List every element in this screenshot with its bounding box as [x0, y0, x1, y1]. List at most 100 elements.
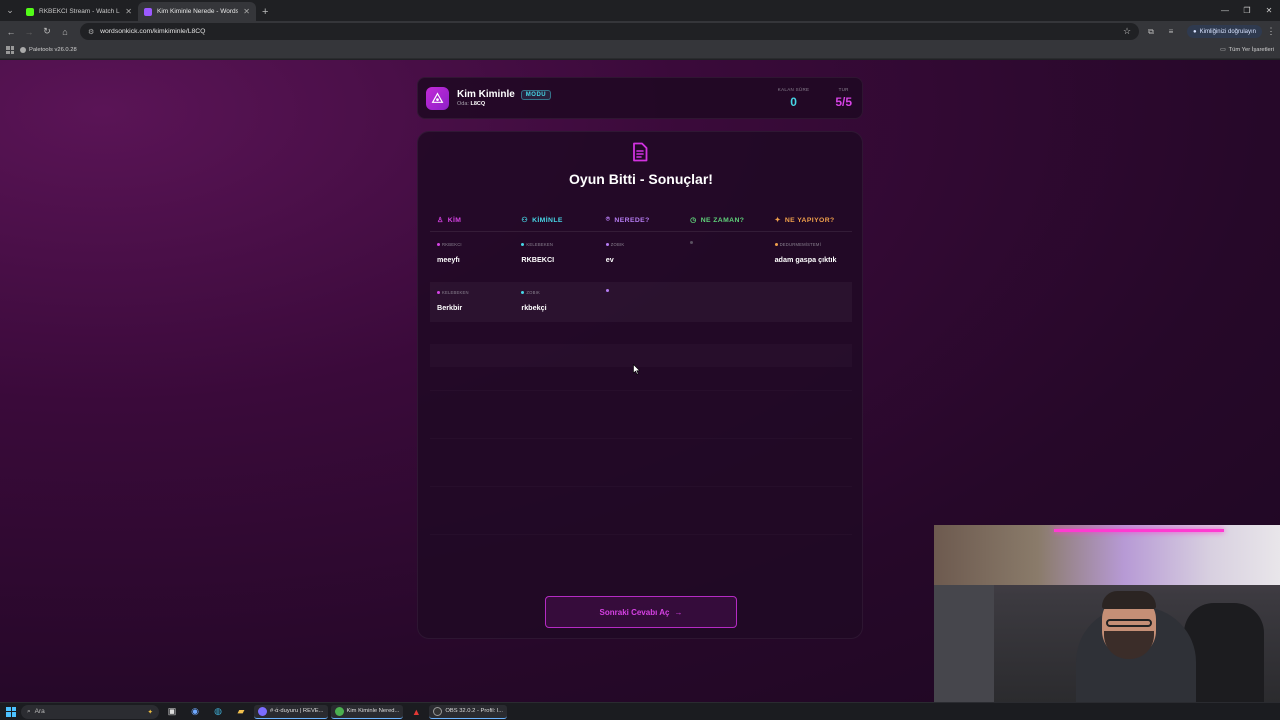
- cell-kim: RKBEKCI meeyfı: [430, 234, 514, 280]
- cell-author: RKBEKCI: [442, 242, 462, 247]
- media-icon[interactable]: ≡: [1163, 25, 1179, 39]
- column-label: NE ZAMAN?: [700, 216, 745, 224]
- file-explorer-icon[interactable]: ▰: [231, 705, 251, 719]
- person-icon: ♙: [437, 217, 444, 224]
- document-icon: [631, 142, 649, 162]
- tab-kim-kiminle[interactable]: Kim Kiminle Nerede - Words O ✕: [138, 2, 256, 21]
- close-window-button[interactable]: ✕: [1258, 0, 1280, 21]
- game-stats: KALAN SÜRE 0 TUR 5/5: [778, 87, 852, 109]
- tab-search-button[interactable]: ⌄: [0, 0, 20, 21]
- minimize-button[interactable]: —: [1214, 0, 1236, 21]
- profile-label: Kimliğinizi doğrulayın: [1199, 28, 1256, 35]
- column-label: KİMİNLE: [532, 216, 563, 224]
- taskbar-app-chrome[interactable]: Kim Kiminle Nered...: [330, 704, 404, 719]
- taskbar-search-input[interactable]: ⌕ Ara ✦: [21, 704, 159, 719]
- all-bookmarks-button[interactable]: ▭ Tüm Yer İşaretleri: [1220, 47, 1274, 53]
- reload-button[interactable]: ↻: [40, 25, 54, 39]
- cell-nerede: [599, 282, 683, 322]
- cell-author: DEDURMEMİSTEMİ: [779, 242, 821, 247]
- empty-dot: [605, 289, 609, 292]
- room-info: Oda: L8CQ: [457, 101, 551, 107]
- cell-author: KELEBEKEN: [442, 290, 469, 295]
- game-title-block: Kim Kiminle MODU Oda: L8CQ: [457, 89, 552, 107]
- divider: [430, 438, 852, 439]
- game-header-card: Kim Kiminle MODU Oda: L8CQ KALAN SÜRE 0 …: [417, 77, 863, 119]
- table-row: KELEBEKEN Berkbir ZOBIK rkbekçi: [430, 282, 852, 322]
- kick-favicon-icon: [26, 7, 34, 16]
- results-heading: Oyun Bitti - Sonuçlar!: [569, 171, 713, 187]
- address-bar[interactable]: ⚙ wordsonkick.com/kimkiminle/L8CQ ☆: [80, 23, 1140, 40]
- people-icon: ⚇: [521, 217, 529, 224]
- close-icon[interactable]: ✕: [125, 7, 132, 16]
- cell-value: adam gaspa çıktık: [774, 255, 837, 264]
- tab-title: RKBEKCI Stream - Watch Live o: [39, 8, 120, 15]
- menu-icon[interactable]: ⋮: [1266, 26, 1276, 37]
- apps-grid-icon[interactable]: [6, 46, 14, 54]
- bookmark-paletools[interactable]: Paletools v26.0.28: [20, 47, 77, 53]
- bookmarks-bar: Paletools v26.0.28 ▭ Tüm Yer İşaretleri: [0, 42, 1280, 59]
- taskbar-app-obs[interactable]: OBS 32.0.2 - Profil: l...: [429, 704, 508, 719]
- next-answer-label: Sonraki Cevabı Aç: [599, 607, 670, 617]
- tab-kick-stream[interactable]: RKBEKCI Stream - Watch Live o ✕: [20, 2, 138, 21]
- column-label: NE YAPIYOR?: [784, 216, 835, 224]
- arrow-right-icon: →: [674, 607, 683, 617]
- forward-button[interactable]: →: [22, 25, 36, 39]
- stat-remaining-time: KALAN SÜRE 0: [778, 87, 810, 109]
- browser-toolbar: ← → ↻ ⌂ ⚙ wordsonkick.com/kimkiminle/L8C…: [0, 21, 1280, 42]
- tab-strip: ⌄ RKBEKCI Stream - Watch Live o ✕ Kim Ki…: [0, 0, 1280, 21]
- next-answer-button[interactable]: Sonraki Cevabı Aç →: [545, 596, 737, 628]
- stat-value: 0: [790, 95, 797, 109]
- site-info-icon[interactable]: ⚙: [88, 28, 94, 36]
- discord-icon: [258, 706, 267, 716]
- avatar-icon: ●: [1193, 28, 1197, 35]
- windows-start-icon[interactable]: [4, 705, 18, 719]
- column-label: NEREDE?: [614, 216, 650, 224]
- stat-value: 5/5: [835, 95, 852, 109]
- obs-icon: [433, 706, 443, 716]
- column-kiminle: ⚇ KİMİNLE: [514, 209, 598, 231]
- new-tab-button[interactable]: +: [256, 2, 274, 21]
- mode-badge: MODU: [520, 89, 552, 100]
- cell-author: ZOBIK: [610, 242, 625, 247]
- column-ne-zaman: ◷ NE ZAMAN?: [683, 209, 767, 231]
- cell-nerede: ZOBIK ev: [599, 234, 683, 280]
- taskbar: ⌕ Ara ✦ ▣ ◉ ◍ ▰ #·ά·duyuru | REVE... Kim…: [0, 702, 1280, 720]
- results-header-row: ♙ KİM ⚇ KİMİNLE ⌾ NEREDE? ◷ NE ZAMAN? ✦ …: [430, 209, 852, 232]
- address-text: wordsonkick.com/kimkiminle/L8CQ: [100, 28, 206, 35]
- cell-kiminle: ZOBIK rkbekçi: [514, 282, 598, 322]
- webcam-overlay: [934, 525, 1280, 702]
- cell-value: RKBEKCI: [521, 255, 555, 264]
- taskbar-app-label: OBS 32.0.2 - Profil: l...: [445, 708, 504, 714]
- task-view-icon[interactable]: ▣: [162, 705, 182, 719]
- stat-label: TUR: [838, 87, 849, 92]
- stat-label: KALAN SÜRE: [777, 87, 810, 92]
- home-button[interactable]: ⌂: [58, 25, 72, 39]
- app-red-icon[interactable]: ▲: [406, 705, 426, 719]
- window-controls: — ❐ ✕: [1214, 0, 1280, 21]
- back-button[interactable]: ←: [4, 25, 18, 39]
- close-icon[interactable]: ✕: [243, 7, 250, 16]
- column-nerede: ⌾ NEREDE?: [599, 209, 683, 231]
- stat-round: TUR 5/5: [835, 87, 852, 109]
- column-label: KİM: [447, 216, 462, 224]
- profile-button[interactable]: ● Kimliğinizi doğrulayın: [1187, 25, 1262, 38]
- cell-ne-zaman: [683, 234, 767, 280]
- room-label: Oda:: [457, 101, 469, 107]
- bookmark-favicon-icon: [20, 47, 26, 53]
- divider: [430, 534, 852, 535]
- edge-icon[interactable]: ◍: [208, 705, 228, 719]
- cell-value: rkbekçi: [521, 303, 547, 312]
- results-card: Oyun Bitti - Sonuçlar! ♙ KİM ⚇ KİMİNLE ⌾…: [417, 131, 863, 639]
- cell-value: Berkbir: [437, 303, 463, 312]
- cell-value: meeyfı: [437, 255, 460, 264]
- copilot-icon[interactable]: ◉: [185, 705, 205, 719]
- restore-button[interactable]: ❐: [1236, 0, 1258, 21]
- mouse-cursor-icon: [633, 364, 640, 375]
- extensions-icon[interactable]: ⧉: [1143, 25, 1159, 39]
- taskbar-app-label: #·ά·duyuru | REVE...: [270, 708, 324, 714]
- divider: [430, 486, 852, 487]
- folder-icon: ▭: [1220, 47, 1226, 53]
- taskbar-app-discord[interactable]: #·ά·duyuru | REVE...: [254, 704, 328, 719]
- bookmark-star-icon[interactable]: ☆: [1123, 26, 1131, 37]
- cell-author: ZOBIK: [526, 290, 540, 295]
